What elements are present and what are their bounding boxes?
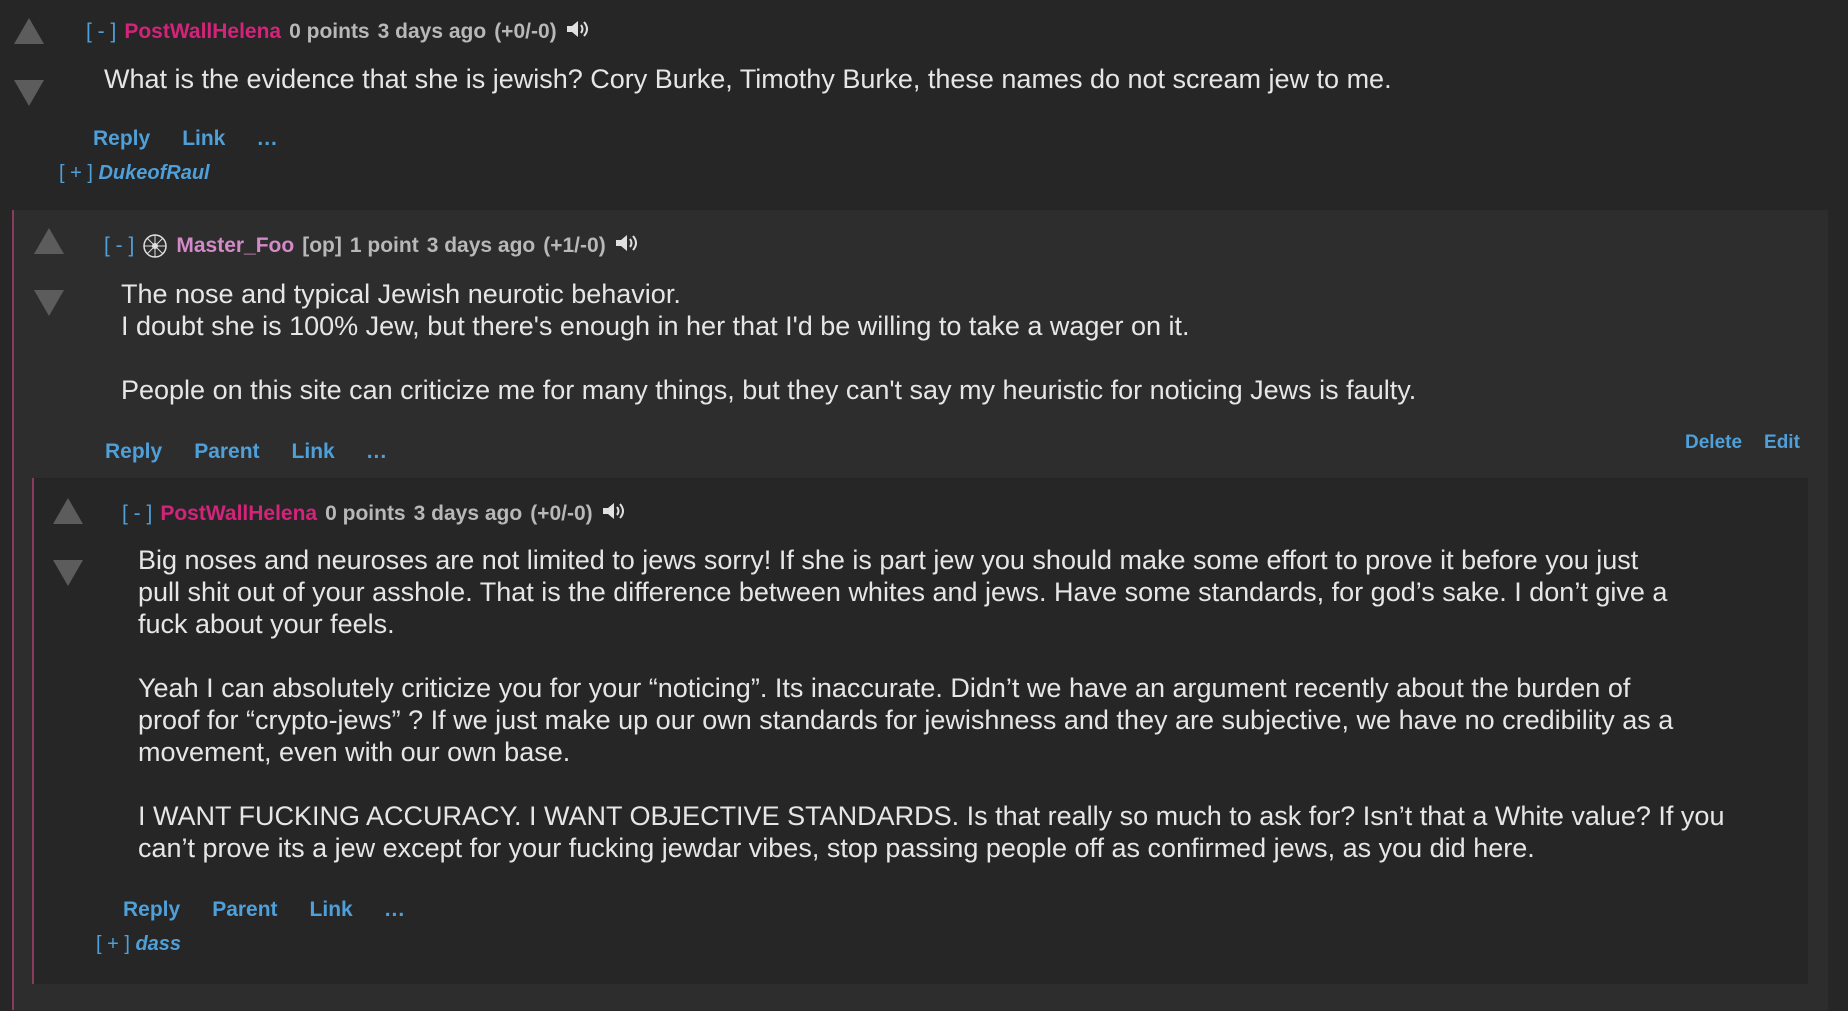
reply-link[interactable]: Reply [93, 127, 150, 151]
points: 1 point [349, 234, 419, 257]
collapse-toggle[interactable]: [ - ] [104, 234, 134, 258]
owner-actions: Delete Edit [1685, 432, 1800, 454]
collapsed-reply[interactable]: [ + ] dass [96, 933, 181, 956]
comment-meta: [ - ] PostWallHelena 0 points 3 days ago… [122, 500, 627, 528]
parent-link[interactable]: Parent [194, 440, 259, 464]
permalink-link[interactable]: Link [310, 898, 353, 922]
comment-line: can’t prove its a jew except for your fu… [138, 833, 1535, 863]
timestamp: 3 days ago [377, 20, 487, 43]
comment-actions: Reply Parent Link ... [105, 440, 387, 464]
comment-body: The nose and typical Jewish neurotic beh… [121, 278, 1416, 406]
comment-line: movement, even with our own base. [138, 737, 571, 767]
speaker-icon[interactable] [601, 500, 627, 528]
downvote-arrow-icon[interactable] [14, 80, 44, 106]
comment-line: The nose and typical Jewish neurotic beh… [121, 279, 681, 309]
speaker-icon[interactable] [565, 18, 591, 46]
comment-text: What is the evidence that she is jewish?… [104, 64, 1392, 94]
collapse-toggle[interactable]: [ - ] [86, 20, 116, 44]
downvote-arrow-icon[interactable] [34, 290, 64, 316]
vote-breakdown: (+0/-0) [494, 20, 557, 43]
more-options-button[interactable]: ... [385, 898, 406, 922]
comment-body: What is the evidence that she is jewish?… [104, 63, 1392, 95]
timestamp: 3 days ago [413, 502, 523, 525]
delete-link[interactable]: Delete [1685, 432, 1742, 454]
comment-body: Big noses and neuroses are not limited t… [138, 544, 1724, 864]
points: 0 points [325, 502, 406, 525]
comment-line: People on this site can criticize me for… [121, 375, 1417, 405]
upvote-arrow-icon[interactable] [34, 228, 64, 254]
author-link[interactable]: PostWallHelena [124, 20, 281, 44]
comment-3: [ - ] PostWallHelena 0 points 3 days ago… [32, 478, 1808, 984]
reply-link[interactable]: Reply [123, 898, 180, 922]
op-badge: [op] [302, 234, 342, 257]
permalink-link[interactable]: Link [292, 440, 335, 464]
vote-controls [12, 18, 46, 106]
speaker-icon[interactable] [614, 232, 640, 260]
collapse-toggle[interactable]: [ - ] [122, 502, 152, 526]
vote-breakdown: (+0/-0) [530, 502, 593, 525]
author-link[interactable]: PostWallHelena [160, 502, 317, 526]
comment-line: Big noses and neuroses are not limited t… [138, 545, 1639, 575]
more-options-button[interactable]: ... [367, 440, 388, 464]
comment-line: pull shit out of your asshole. That is t… [138, 577, 1668, 607]
comment-meta: [ - ] PostWallHelena 0 points 3 days ago… [86, 18, 591, 46]
upvote-arrow-icon[interactable] [14, 18, 44, 44]
comment-actions: Reply Parent Link ... [123, 898, 405, 922]
author-link[interactable]: Master_Foo [176, 234, 294, 258]
expand-toggle[interactable]: [ + ] [96, 933, 130, 955]
collapsed-author[interactable]: DukeofRaul [98, 162, 209, 184]
comment-line: proof for “crypto-jews” ? If we just mak… [138, 705, 1674, 735]
avatar [142, 233, 168, 259]
timestamp: 3 days ago [426, 234, 536, 257]
downvote-arrow-icon[interactable] [53, 560, 83, 586]
upvote-arrow-icon[interactable] [53, 498, 83, 524]
comment-1: [ - ] PostWallHelena 0 points 3 days ago… [0, 0, 1848, 200]
collapsed-reply[interactable]: [ + ] DukeofRaul [59, 162, 210, 185]
permalink-link[interactable]: Link [182, 127, 225, 151]
vote-controls [32, 228, 66, 316]
reply-link[interactable]: Reply [105, 440, 162, 464]
comment-meta: [ - ] Master_Foo [op] 1 point 3 days ago… [104, 232, 640, 260]
points: 0 points [289, 20, 370, 43]
comment-line: fuck about your feels. [138, 609, 395, 639]
parent-link[interactable]: Parent [212, 898, 277, 922]
vote-controls [51, 498, 85, 586]
edit-link[interactable]: Edit [1764, 432, 1800, 454]
comment-line: Yeah I can absolutely criticize you for … [138, 673, 1631, 703]
collapsed-author[interactable]: dass [135, 933, 181, 955]
comment-actions: Reply Link ... [93, 127, 278, 151]
comment-line: I WANT FUCKING ACCURACY. I WANT OBJECTIV… [138, 801, 1725, 831]
comment-line: I doubt she is 100% Jew, but there's eno… [121, 311, 1190, 341]
expand-toggle[interactable]: [ + ] [59, 162, 93, 184]
more-options-button[interactable]: ... [257, 127, 278, 151]
vote-breakdown: (+1/-0) [543, 234, 606, 257]
